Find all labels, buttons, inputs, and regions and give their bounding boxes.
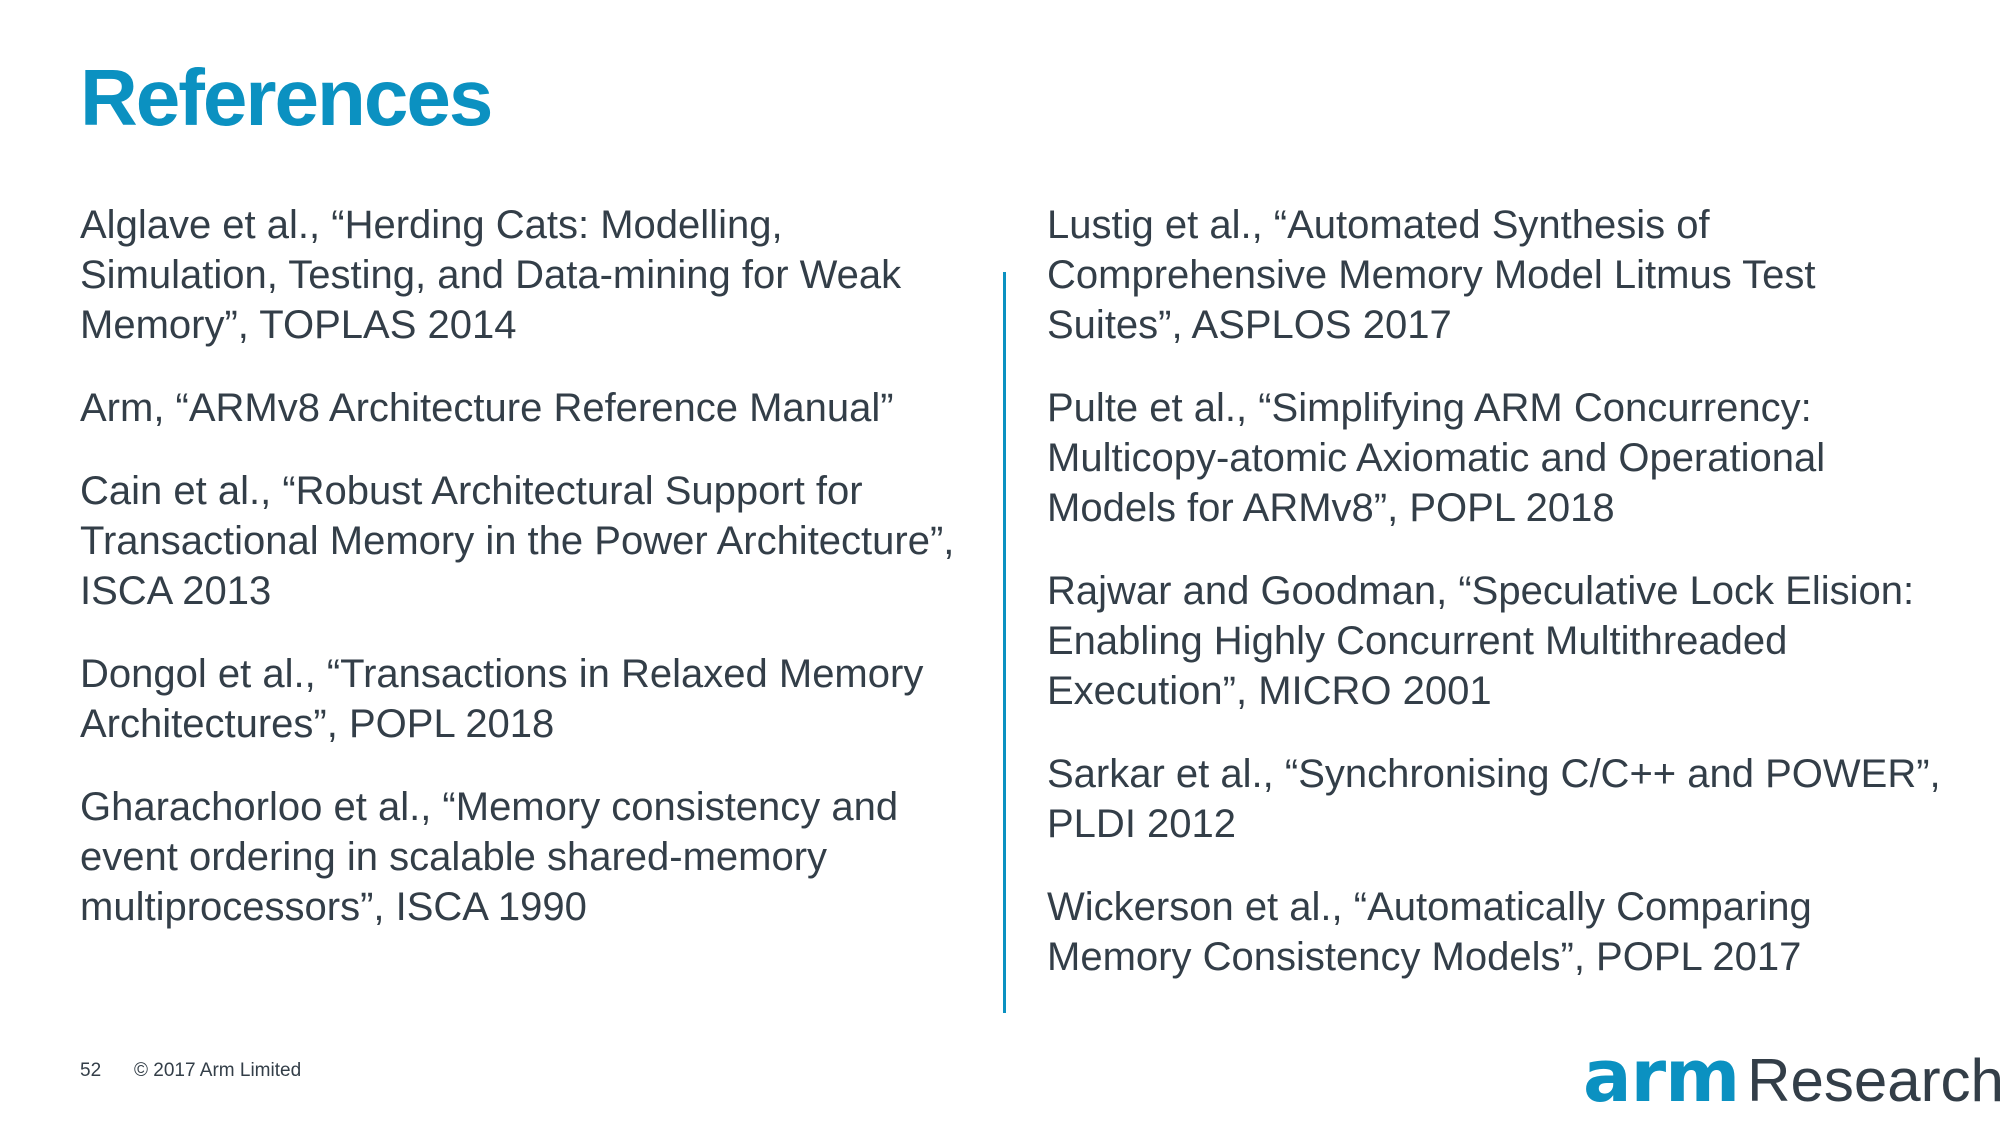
reference-item: Pulte et al., “Simplifying ARM Concurren…: [1047, 386, 1826, 530]
logo-brand: arm: [1583, 1034, 1740, 1118]
reference-item: Sarkar et al., “Synchronising C/C++ and …: [1047, 752, 1941, 846]
reference-item: Gharachorloo et al., “Memory consistency…: [80, 785, 899, 929]
references-left-column: Alglave et al., “Herding Cats: Modelling…: [80, 200, 980, 965]
reference-item: Lustig et al., “Automated Synthesis of C…: [1047, 203, 1816, 347]
slide-title: References: [80, 53, 493, 142]
page-number: 52: [80, 1060, 102, 1081]
reference-item: Cain et al., “Robust Architectural Suppo…: [80, 469, 955, 613]
column-divider: [1003, 272, 1006, 1013]
reference-item: Wickerson et al., “Automatically Compari…: [1047, 885, 1812, 979]
reference-item: Dongol et al., “Transactions in Relaxed …: [80, 652, 924, 746]
references-right-column: Lustig et al., “Automated Synthesis of C…: [1047, 200, 1947, 1015]
copyright-notice: © 2017 Arm Limited: [134, 1060, 302, 1081]
arm-research-logo: arm Research: [1583, 1040, 2000, 1112]
logo-suffix: Research: [1747, 1047, 2000, 1114]
reference-item: Arm, “ARMv8 Architecture Reference Manua…: [80, 386, 894, 430]
reference-item: Alglave et al., “Herding Cats: Modelling…: [80, 203, 902, 347]
reference-item: Rajwar and Goodman, “Speculative Lock El…: [1047, 569, 1915, 713]
